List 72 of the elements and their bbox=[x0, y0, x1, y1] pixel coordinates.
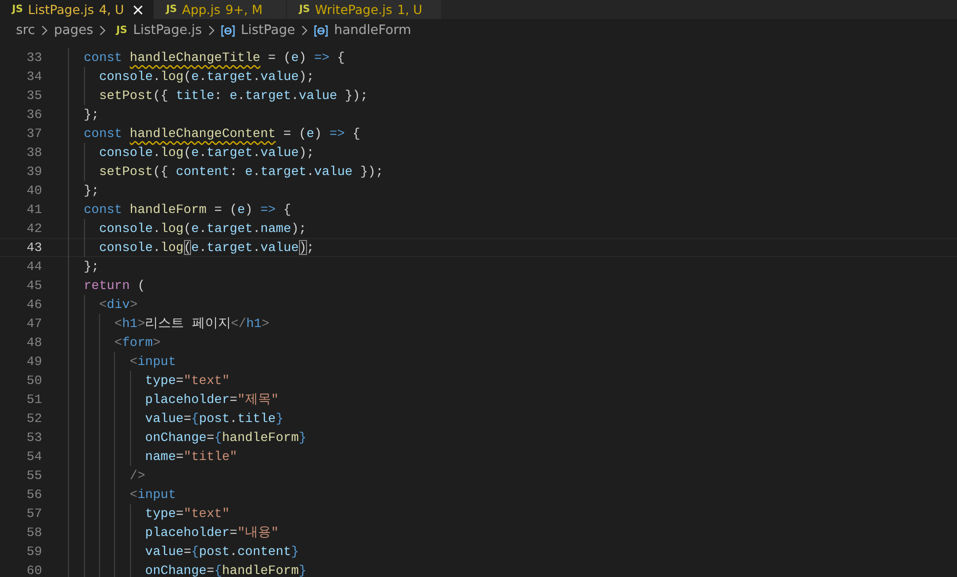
breadcrumb-item[interactable]: pages bbox=[54, 23, 94, 38]
editor-tab[interactable]: JS App.js 9+, M bbox=[154, 0, 288, 19]
symbol-icon bbox=[220, 24, 235, 36]
js-file-icon: JS bbox=[116, 25, 128, 36]
line-number: 60 bbox=[26, 562, 42, 577]
line-number: 46 bbox=[26, 296, 42, 314]
symbol-icon bbox=[314, 24, 328, 36]
chevron-icon bbox=[301, 25, 308, 36]
code-line: }; bbox=[82, 107, 100, 122]
breadcrumb-item[interactable]: ListPage.js bbox=[133, 23, 202, 38]
line-number: 40 bbox=[26, 182, 42, 200]
code-line: setPost({ title: e.target.value }); bbox=[98, 88, 368, 103]
line-number: 50 bbox=[26, 372, 42, 390]
chevron-icon bbox=[40, 25, 48, 36]
code-line: return ( bbox=[82, 278, 146, 293]
line-number: 43 bbox=[26, 239, 42, 256]
line-number: 54 bbox=[26, 448, 42, 466]
line-number: 51 bbox=[26, 391, 42, 409]
code-line: value={post.content} bbox=[144, 544, 299, 559]
line-number: 48 bbox=[26, 334, 42, 352]
line-number: 56 bbox=[26, 486, 42, 504]
close-icon[interactable] bbox=[133, 4, 144, 14]
line-number: 45 bbox=[26, 277, 42, 295]
line-number: 36 bbox=[26, 106, 42, 124]
line-number: 37 bbox=[26, 125, 42, 143]
line-number: 34 bbox=[26, 68, 42, 86]
chevron-icon bbox=[208, 25, 215, 36]
editor-tab[interactable]: JS WritePage.js 1, U bbox=[287, 0, 442, 19]
code-line: console.log(e.target.value); bbox=[98, 240, 314, 255]
code-line: <input bbox=[128, 354, 176, 369]
code-line: <h1>리스트 페이지</h1> bbox=[113, 316, 270, 331]
line-number: 39 bbox=[26, 163, 42, 181]
code-line: const handleForm = (e) => { bbox=[82, 202, 292, 217]
line-number: 38 bbox=[26, 144, 42, 162]
line-number: 41 bbox=[26, 201, 42, 219]
line-number: 44 bbox=[26, 258, 42, 276]
code-line: onChange={handleForm} bbox=[144, 563, 306, 577]
code-line: name="title" bbox=[144, 449, 238, 464]
breadcrumb-item[interactable]: src bbox=[16, 23, 35, 38]
line-number: 53 bbox=[26, 429, 42, 447]
line-number: 47 bbox=[26, 315, 42, 333]
code-line: setPost({ content: e.target.value }); bbox=[98, 164, 384, 179]
code-line: onChange={handleForm} bbox=[144, 430, 306, 445]
line-number: 55 bbox=[26, 467, 42, 485]
editor-tab[interactable]: JS ListPage.js 4, U bbox=[0, 0, 154, 19]
breadcrumb-item[interactable]: ListPage bbox=[240, 23, 296, 38]
breadcrumb-item[interactable]: handleForm bbox=[334, 23, 412, 38]
line-number: 33 bbox=[26, 49, 42, 67]
code-line: /> bbox=[128, 468, 146, 483]
line-number: 52 bbox=[26, 410, 42, 428]
code-line: type="text" bbox=[144, 373, 230, 388]
code-line: }; bbox=[82, 259, 100, 274]
chevron-icon bbox=[99, 25, 106, 36]
code-line: <input bbox=[128, 487, 176, 502]
code-line: <div> bbox=[98, 297, 138, 312]
code-line: type="text" bbox=[144, 506, 230, 521]
code-line: const handleChangeContent = (e) => { bbox=[82, 126, 360, 141]
line-number: 35 bbox=[26, 87, 42, 105]
code-line: placeholder="제목" bbox=[144, 392, 279, 407]
line-number: 57 bbox=[26, 505, 42, 523]
line-number: 49 bbox=[26, 353, 42, 371]
code-line: value={post.title} bbox=[144, 411, 284, 426]
code-line: console.log(e.target.value); bbox=[98, 69, 314, 84]
line-number: 59 bbox=[26, 543, 42, 561]
code-line: <form> bbox=[113, 335, 161, 350]
code-line: console.log(e.target.name); bbox=[98, 221, 306, 236]
line-number: 42 bbox=[26, 220, 42, 238]
code-line: placeholder="내용" bbox=[144, 525, 279, 540]
code-line: console.log(e.target.value); bbox=[98, 145, 314, 160]
code-line: const handleChangeTitle = (e) => { bbox=[82, 50, 345, 65]
line-number: 58 bbox=[26, 524, 42, 542]
code-line: }; bbox=[82, 183, 100, 198]
